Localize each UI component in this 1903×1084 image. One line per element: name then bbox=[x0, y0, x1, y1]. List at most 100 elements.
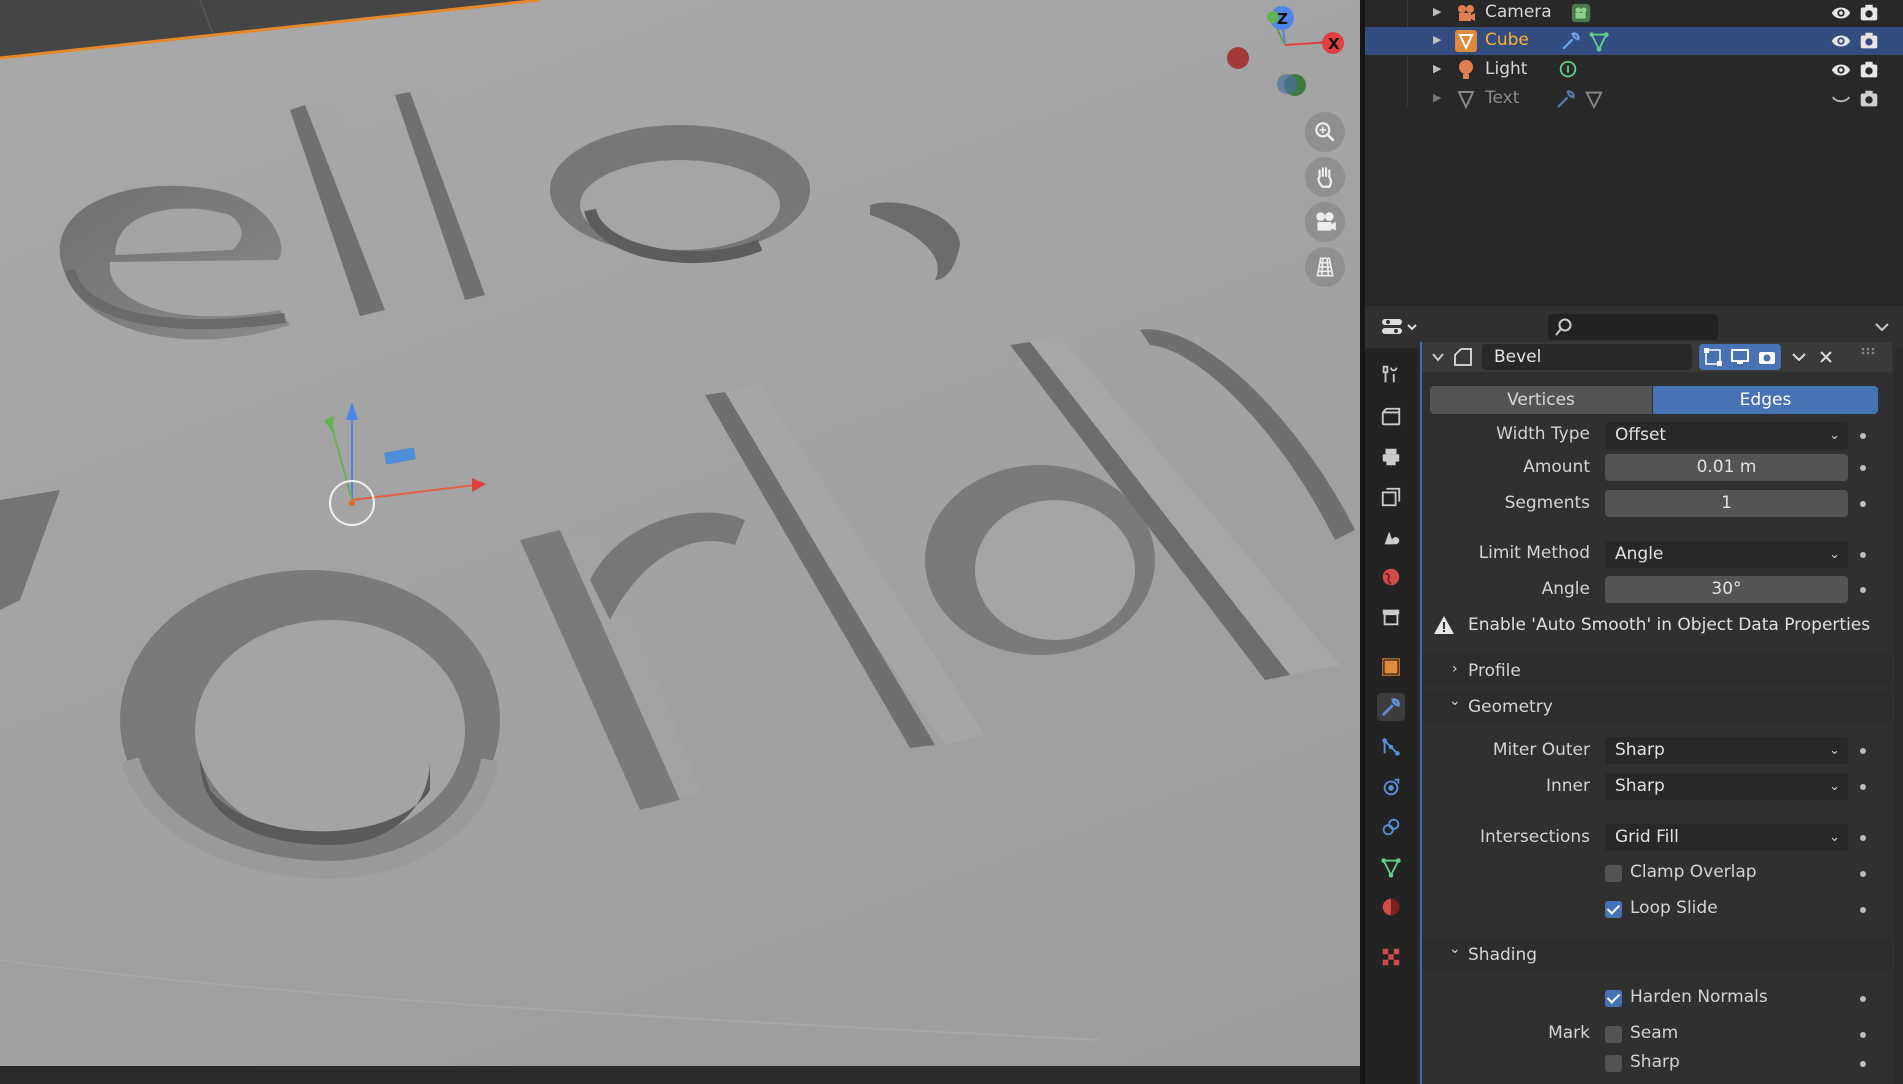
mesh-data-icon[interactable] bbox=[1588, 30, 1610, 52]
tab-render[interactable] bbox=[1377, 403, 1405, 431]
outliner-item-name[interactable]: Camera bbox=[1485, 2, 1552, 22]
segments-field[interactable]: 1 bbox=[1605, 490, 1848, 517]
chevron-down-icon bbox=[1875, 323, 1889, 332]
tab-object[interactable] bbox=[1377, 653, 1405, 681]
inner-label: Inner bbox=[1545, 776, 1590, 796]
keyframe-dot[interactable] bbox=[1860, 587, 1866, 593]
hidden-eye-icon[interactable] bbox=[1830, 89, 1852, 109]
tab-output[interactable] bbox=[1377, 443, 1405, 471]
keyframe-dot[interactable] bbox=[1860, 433, 1866, 439]
sharp-checkbox[interactable] bbox=[1605, 1055, 1622, 1072]
keyframe-dot[interactable] bbox=[1860, 996, 1866, 1002]
tab-texture[interactable] bbox=[1377, 943, 1405, 971]
intersections-dropdown[interactable]: Grid Fill ⌄ bbox=[1605, 824, 1848, 851]
chevron-down-icon: ⌄ bbox=[1829, 830, 1840, 845]
limit-method-dropdown[interactable]: Angle ⌄ bbox=[1605, 541, 1848, 568]
close-icon[interactable] bbox=[1817, 348, 1835, 366]
tab-scene[interactable] bbox=[1377, 523, 1405, 551]
visibility-eye-icon[interactable] bbox=[1830, 3, 1852, 23]
modifier-wrench-icon[interactable] bbox=[1555, 88, 1577, 110]
outliner-item-name[interactable]: Text bbox=[1485, 88, 1519, 108]
pan-button[interactable] bbox=[1305, 157, 1345, 197]
tab-modifiers[interactable] bbox=[1377, 693, 1405, 721]
keyframe-dot[interactable] bbox=[1860, 835, 1866, 841]
inner-dropdown[interactable]: Sharp ⌄ bbox=[1605, 773, 1848, 800]
keyframe-dot[interactable] bbox=[1860, 552, 1866, 558]
3d-viewport[interactable]: Z X bbox=[0, 0, 1360, 1068]
light-data-icon[interactable] bbox=[1557, 59, 1579, 81]
camera-data-icon[interactable] bbox=[1570, 2, 1592, 24]
expand-arrow-icon[interactable]: ▶ bbox=[1433, 33, 1441, 46]
affect-edges-tab[interactable]: Edges bbox=[1653, 386, 1878, 414]
outliner-row-camera[interactable]: ▶ Camera bbox=[1365, 0, 1903, 27]
affect-edges-label: Edges bbox=[1739, 390, 1792, 410]
miter-outer-dropdown[interactable]: Sharp ⌄ bbox=[1605, 737, 1848, 764]
expand-arrow-icon[interactable]: ▶ bbox=[1433, 91, 1441, 104]
render-camera-icon[interactable] bbox=[1757, 347, 1777, 367]
mesh-data-icon[interactable] bbox=[1583, 88, 1605, 110]
camera-view-button[interactable] bbox=[1305, 202, 1345, 242]
drag-handle-icon[interactable] bbox=[1860, 346, 1878, 356]
mesh-object-icon bbox=[1455, 30, 1477, 52]
shading-section-label: Shading bbox=[1468, 945, 1538, 965]
keyframe-dot[interactable] bbox=[1860, 465, 1866, 471]
seam-checkbox[interactable] bbox=[1605, 1026, 1622, 1043]
amount-field[interactable]: 0.01 m bbox=[1605, 454, 1848, 481]
keyframe-dot[interactable] bbox=[1860, 871, 1866, 877]
affect-vertices-tab[interactable]: Vertices bbox=[1430, 386, 1652, 414]
render-camera-icon[interactable] bbox=[1858, 30, 1880, 52]
outliner-row-cube[interactable]: ▶ Cube bbox=[1365, 27, 1903, 55]
tab-particles[interactable] bbox=[1377, 733, 1405, 761]
edit-mode-icon[interactable] bbox=[1703, 347, 1723, 367]
tab-object-data[interactable] bbox=[1377, 853, 1405, 881]
editor-type-button[interactable] bbox=[1380, 315, 1420, 339]
tab-physics[interactable] bbox=[1377, 773, 1405, 801]
keyframe-dot[interactable] bbox=[1860, 1032, 1866, 1038]
outliner-row-light[interactable]: ▶ Light bbox=[1365, 56, 1903, 84]
tab-constraints[interactable] bbox=[1377, 813, 1405, 841]
segments-label: Segments bbox=[1504, 493, 1590, 513]
render-camera-icon[interactable] bbox=[1858, 59, 1880, 81]
miter-outer-value: Sharp bbox=[1615, 740, 1665, 760]
ortho-toggle-button[interactable] bbox=[1305, 247, 1345, 287]
keyframe-dot[interactable] bbox=[1860, 748, 1866, 754]
physics-icon bbox=[1383, 778, 1400, 796]
keyframe-dot[interactable] bbox=[1860, 501, 1866, 507]
tab-material[interactable] bbox=[1377, 893, 1405, 921]
outliner-item-name[interactable]: Cube bbox=[1485, 30, 1529, 50]
loop-slide-checkbox[interactable] bbox=[1605, 901, 1622, 918]
tab-collection[interactable] bbox=[1377, 603, 1405, 631]
visibility-eye-icon[interactable] bbox=[1830, 60, 1852, 80]
properties-search-input[interactable] bbox=[1548, 314, 1718, 340]
width-type-dropdown[interactable]: Offset ⌄ bbox=[1605, 422, 1848, 449]
keyframe-dot[interactable] bbox=[1860, 784, 1866, 790]
angle-field[interactable]: 30° bbox=[1605, 576, 1848, 603]
render-camera-icon[interactable] bbox=[1858, 2, 1880, 24]
outliner-row-text[interactable]: ▶ Text bbox=[1365, 85, 1903, 113]
bevel-modifier-icon bbox=[1454, 348, 1472, 366]
options-dropdown-button[interactable] bbox=[1870, 316, 1894, 338]
collapse-chevron-icon[interactable] bbox=[1430, 349, 1446, 365]
tab-world[interactable] bbox=[1377, 563, 1405, 591]
zoom-button[interactable] bbox=[1305, 112, 1345, 152]
render-camera-icon[interactable] bbox=[1858, 88, 1880, 110]
world-globe-icon bbox=[1382, 568, 1400, 586]
tab-view-layer[interactable] bbox=[1377, 483, 1405, 511]
harden-normals-checkbox[interactable] bbox=[1605, 990, 1622, 1007]
expand-arrow-icon[interactable]: ▶ bbox=[1433, 62, 1441, 75]
navigation-gizmo[interactable]: Z X bbox=[1215, 0, 1355, 105]
outliner-item-name[interactable]: Light bbox=[1485, 59, 1527, 79]
collection-box-icon bbox=[1382, 609, 1400, 626]
keyframe-dot[interactable] bbox=[1860, 1061, 1866, 1067]
geometry-section-label: Geometry bbox=[1468, 697, 1553, 717]
keyframe-dot[interactable] bbox=[1860, 907, 1866, 913]
expand-arrow-icon[interactable]: ▶ bbox=[1433, 5, 1441, 18]
engraved-letter-r bbox=[520, 512, 745, 810]
visibility-eye-icon[interactable] bbox=[1830, 31, 1852, 51]
modifier-wrench-icon[interactable] bbox=[1560, 30, 1582, 52]
modifier-menu-chevron-icon[interactable] bbox=[1790, 348, 1808, 366]
realtime-monitor-icon[interactable] bbox=[1730, 347, 1750, 367]
modifier-name-field[interactable]: Bevel bbox=[1482, 344, 1692, 370]
clamp-overlap-checkbox[interactable] bbox=[1605, 865, 1622, 882]
tab-tool[interactable] bbox=[1377, 360, 1405, 388]
